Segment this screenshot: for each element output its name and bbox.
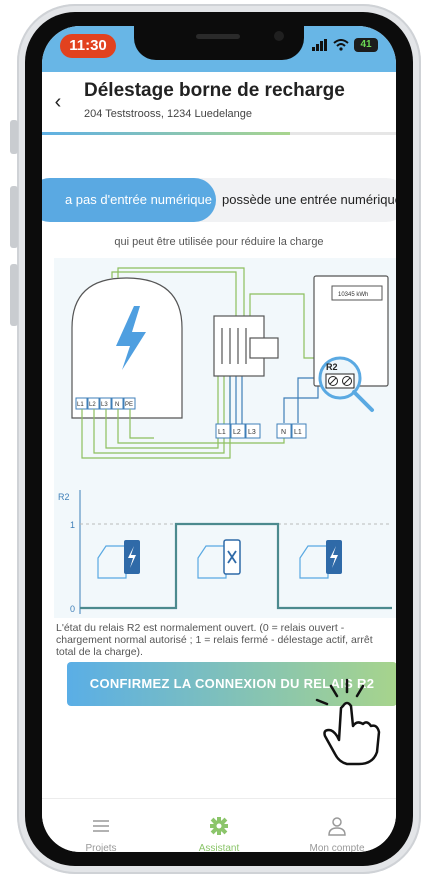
page-title: Délestage borne de recharge <box>84 80 345 101</box>
charger-terminal-l1: L1 <box>77 402 84 408</box>
breaker-terminal-l1: L1 <box>218 429 226 436</box>
menu-icon <box>93 820 109 832</box>
tab-label-mon-compte: Mon compte <box>309 843 365 852</box>
status-bar: 11:30 41 <box>42 26 396 72</box>
tab-label-assistant: Assistant <box>198 843 240 852</box>
gear-icon <box>210 817 228 835</box>
breaker-terminal-block <box>215 423 307 439</box>
input-type-toggle: a pas d'entrée numérique possède une ent… <box>42 178 396 222</box>
toggle-option-has-digital-input[interactable]: possède une entrée numérique <box>222 178 396 222</box>
chart-tick-low: 0 <box>70 604 75 614</box>
progress-bar <box>42 132 396 135</box>
charger-terminal-l3: L3 <box>101 402 108 408</box>
signal-icon <box>312 39 327 51</box>
relay-description: L'état du relais R2 est normalement ouve… <box>56 622 373 658</box>
relay-module <box>249 337 279 359</box>
magnifier-handle <box>352 390 374 412</box>
relay-label: R2 <box>326 362 338 372</box>
battery-icon: 41 <box>354 38 378 52</box>
charger-unit <box>71 277 183 419</box>
bottom-tab-bar: Projets Assistant Mon compte <box>42 798 396 852</box>
tab-projets[interactable]: Projets <box>42 799 160 852</box>
car-blocked-middle <box>197 539 241 579</box>
status-icons: 41 <box>312 38 378 52</box>
progress-fill <box>42 132 290 135</box>
page-header: ‹ Délestage borne de recharge 204 Testst… <box>42 72 396 132</box>
car-charging-left <box>97 540 140 579</box>
toggle-option-no-digital-input[interactable]: a pas d'entrée numérique <box>42 178 216 222</box>
speaker-grille <box>196 34 240 39</box>
meter-reading: 10345 kWh <box>338 292 368 298</box>
charger-terminal-pe: PE <box>125 402 133 408</box>
tab-mon-compte[interactable]: Mon compte <box>278 799 396 852</box>
relay-terminals <box>325 373 355 389</box>
back-button[interactable]: ‹ <box>48 92 68 112</box>
wiring-diagram: L1 L2 L3 N PE L1 L2 L3 N L1 10345 kWh R2… <box>54 258 396 618</box>
camera-dot <box>274 31 284 41</box>
neutral-terminal-l1: L1 <box>294 429 302 436</box>
car-charging-right <box>299 540 342 579</box>
phone-volume-down-button <box>10 264 18 326</box>
chart-tick-high: 1 <box>70 520 75 530</box>
notch <box>134 26 304 60</box>
status-time: 11:30 <box>60 34 116 58</box>
breaker-terminal-l2: L2 <box>233 429 241 436</box>
app-screen: 11:30 41 ‹ Délestage borne de recharge 2… <box>42 26 396 852</box>
tap-hand-icon <box>315 678 381 766</box>
wiring-diagram-svg: L1 L2 L3 N PE L1 L2 L3 N L1 10345 kWh R2… <box>58 267 392 614</box>
toggle-caption: qui peut être utilisée pour réduire la c… <box>114 236 324 248</box>
phone-volume-up-button <box>10 186 18 248</box>
tab-assistant[interactable]: Assistant <box>160 799 278 852</box>
phone-side-button <box>10 120 18 154</box>
breaker-terminal-l3: L3 <box>248 429 256 436</box>
neutral-terminal-n: N <box>281 429 286 436</box>
wifi-icon <box>333 39 349 51</box>
user-icon <box>328 817 346 836</box>
charger-terminal-n: N <box>115 402 119 408</box>
relay-state-chart: R2 1 0 <box>58 490 392 614</box>
charger-terminal-l2: L2 <box>89 402 96 408</box>
address-subtitle: 204 Teststrooss, 1234 Luedelange <box>84 108 252 120</box>
tab-label-projets: Projets <box>85 843 117 852</box>
chart-y-label: R2 <box>58 492 70 502</box>
